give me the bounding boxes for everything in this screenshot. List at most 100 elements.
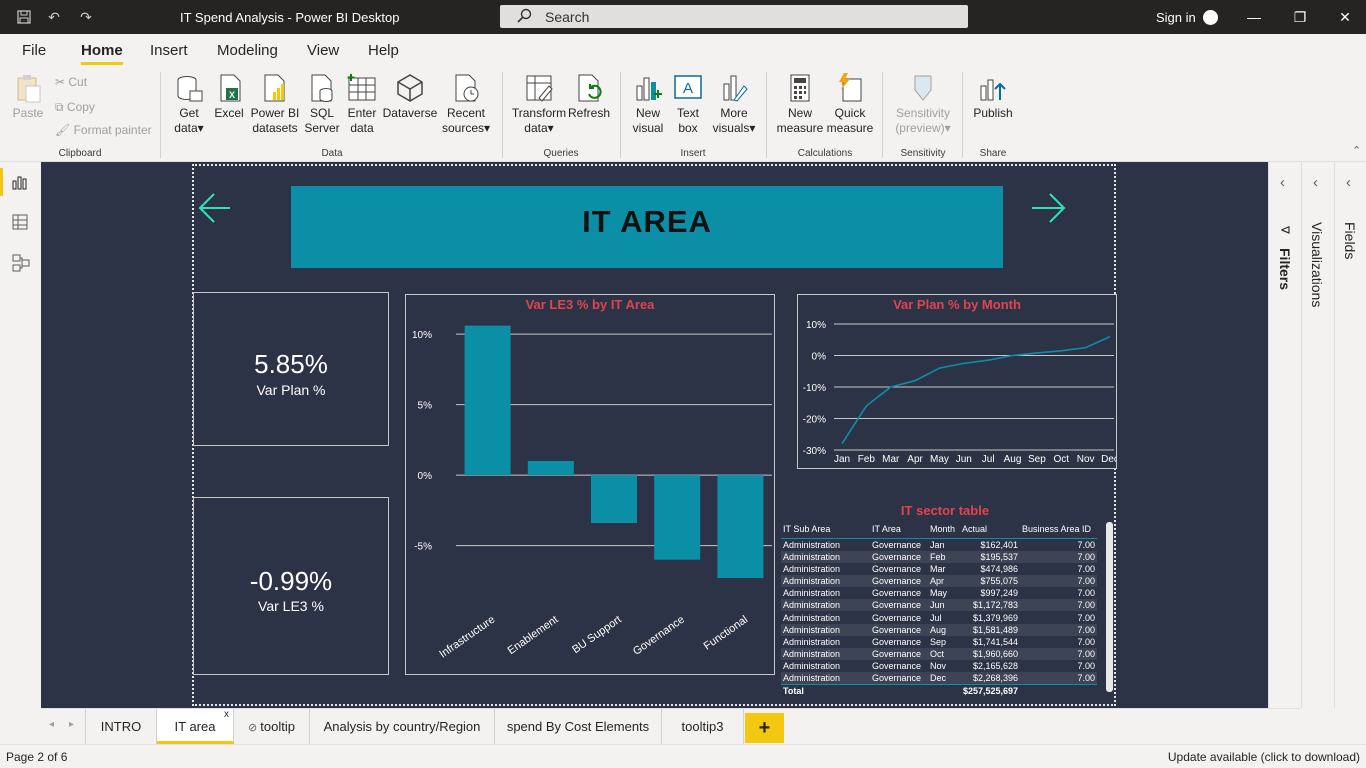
menu-view[interactable]: View — [307, 42, 339, 59]
menu-file[interactable]: File — [22, 42, 46, 59]
data-view-button[interactable] — [0, 202, 41, 242]
dataverse-button[interactable]: Dataverse — [382, 72, 438, 121]
paste-label: Paste — [12, 106, 44, 120]
column-header[interactable]: IT Area — [870, 520, 928, 539]
transform-data-button[interactable]: Transform data▾ — [510, 72, 568, 136]
add-page-button[interactable]: + — [745, 713, 784, 743]
page-tab-analysis-by-country[interactable]: Analysis by country/Region — [310, 709, 495, 744]
more-visuals-button[interactable]: More visuals▾ — [710, 72, 758, 136]
update-available-link[interactable]: Update available (click to download) — [1168, 750, 1360, 764]
enter-data-button[interactable]: Enter data — [344, 72, 380, 136]
report-view-button[interactable] — [0, 162, 41, 202]
previous-page-arrow-icon[interactable] — [196, 188, 236, 228]
x-tick-label: Apr — [907, 454, 923, 465]
save-icon[interactable] — [16, 9, 32, 25]
format-painter-button[interactable]: 🖌 Format painter — [55, 123, 152, 137]
excel-icon: X — [220, 74, 241, 102]
table-row[interactable]: Administration Governance Jan $162,401 7.00 — [781, 538, 1097, 551]
table-row[interactable]: Administration Governance Feb $195,537 7.00 — [781, 550, 1097, 563]
column-header[interactable]: IT Sub Area — [781, 520, 870, 539]
table-row[interactable]: Administration Governance Sep $1,741,544 7.0… — [781, 636, 1097, 648]
column-header[interactable]: Month — [928, 520, 960, 539]
y-tick-label: -20% — [803, 415, 826, 426]
page-tab-spend-by-cost-elements[interactable]: spend By Cost Elements — [495, 709, 662, 744]
table-row[interactable]: Administration Governance Nov $2,165,628 7.0… — [781, 660, 1097, 672]
sql-server-button[interactable]: SQL Server — [303, 72, 341, 136]
x-tick-label: Functional — [702, 614, 750, 653]
power-bi-datasets-button[interactable]: Power BI datasets — [250, 72, 300, 136]
column-header[interactable]: Actual — [960, 520, 1020, 539]
close-button[interactable]: ✕ — [1336, 8, 1354, 26]
menu-insert[interactable]: Insert — [150, 42, 188, 59]
table-row[interactable]: Administration Governance Aug $1,581,489 7.0… — [781, 623, 1097, 636]
sql-server-label: SQL Server — [304, 106, 340, 135]
redo-icon[interactable]: ↷ — [78, 9, 94, 25]
filters-pane[interactable]: ‹ ⊲ Filters — [1268, 162, 1301, 708]
line-chart-visual[interactable]: Var Plan % by Month 10% 0% -10% -20% -30% Jan… — [797, 294, 1117, 469]
more-visuals-label: More visuals — [712, 106, 750, 135]
scroll-tabs-right-icon[interactable]: ▸ — [69, 719, 74, 730]
table-cell: Feb — [928, 550, 960, 563]
excel-button[interactable]: X Excel — [212, 72, 246, 121]
sensitivity-button[interactable]: Sensitivity (preview)▾ — [892, 72, 954, 136]
table-row[interactable]: Administration Governance Jul $1,379,969 7.0… — [781, 611, 1097, 623]
menu-help[interactable]: Help — [368, 42, 399, 59]
quick-measure-button[interactable]: Quick measure — [826, 72, 874, 136]
close-tab-icon[interactable]: x — [224, 697, 229, 732]
table-scrollbar[interactable] — [1106, 522, 1113, 692]
expand-fields-icon[interactable]: ‹ — [1346, 174, 1351, 191]
table-cell: Governance — [870, 623, 928, 636]
new-measure-button[interactable]: New measure — [776, 72, 824, 136]
menu-home[interactable]: Home — [81, 42, 123, 65]
table-row[interactable]: Administration Governance Oct $1,960,660 7.0… — [781, 648, 1097, 661]
text-box-button[interactable]: A Text box — [670, 72, 706, 136]
cut-button[interactable]: ✂ Cut — [55, 75, 87, 89]
table-cell: Governance — [870, 648, 928, 661]
transform-data-icon — [526, 75, 553, 102]
sign-in-link[interactable]: Sign in — [1156, 10, 1196, 25]
table-row[interactable]: Administration Governance May $997,249 7.00 — [781, 587, 1097, 599]
search-icon — [517, 8, 532, 23]
table-row[interactable]: Administration Governance Dec $2,268,396 7.0… — [781, 672, 1097, 685]
minimize-button[interactable]: — — [1245, 8, 1263, 26]
it-sector-table[interactable]: IT Sub Area IT Area Month Actual Busines… — [781, 520, 1097, 698]
table-row[interactable]: Administration Governance Apr $755,075 7.00 — [781, 574, 1097, 588]
page-tab-tooltip[interactable]: ⊘ tooltip — [234, 709, 310, 744]
bar-chart-visual[interactable]: Var LE3 % by IT Area 10% 5% 0% -5% Infrastru… — [405, 294, 775, 675]
page-tab-tooltip3[interactable]: tooltip3 — [662, 709, 744, 744]
visualizations-pane[interactable]: ‹ Visualizations — [1301, 162, 1334, 708]
table-row[interactable]: Administration Governance Mar $474,986 7.00 — [781, 563, 1097, 575]
var-plan-card[interactable]: 5.85% Var Plan % — [193, 292, 389, 446]
fields-pane[interactable]: ‹ Fields — [1334, 162, 1366, 708]
page-tab-it-area[interactable]: IT area x — [157, 709, 234, 744]
table-cell: $1,379,969 — [972, 612, 1018, 623]
excel-label: Excel — [214, 106, 244, 120]
avatar[interactable] — [1203, 10, 1218, 25]
expand-visualizations-icon[interactable]: ‹ — [1313, 174, 1318, 191]
collapse-ribbon-icon[interactable]: ⌃ — [1352, 144, 1361, 157]
column-header[interactable]: Business Area ID — [1020, 520, 1097, 539]
next-page-arrow-icon[interactable] — [1028, 188, 1068, 228]
paste-button[interactable]: Paste — [10, 72, 46, 121]
restore-button[interactable]: ❐ — [1291, 8, 1309, 26]
publish-button[interactable]: Publish — [970, 72, 1016, 121]
table-row[interactable]: Administration Governance Jun $1,172,783 7.0… — [781, 599, 1097, 612]
var-le3-card[interactable]: -0.99% Var LE3 % — [193, 497, 389, 675]
recent-sources-button[interactable]: Recent sources▾ — [440, 72, 492, 136]
scroll-tabs-left-icon[interactable]: ◂ — [49, 719, 54, 730]
collapse-filters-icon[interactable]: ‹ — [1280, 174, 1285, 191]
undo-icon[interactable]: ↶ — [46, 9, 62, 25]
search-input[interactable]: Search — [500, 5, 968, 28]
model-view-button[interactable] — [0, 242, 41, 282]
menu-modeling[interactable]: Modeling — [217, 42, 278, 59]
copy-label: Copy — [66, 100, 95, 114]
get-data-button[interactable]: Get data▾ — [168, 72, 210, 136]
card-label: Var Plan % — [256, 382, 326, 398]
new-visual-button[interactable]: New visual — [630, 72, 666, 136]
page-tab-intro[interactable]: INTRO — [85, 709, 157, 744]
insert-group-label: Insert — [680, 148, 706, 159]
refresh-button[interactable]: Refresh — [568, 72, 610, 121]
quick-measure-icon — [839, 73, 862, 102]
calculations-group-label: Calculations — [797, 148, 853, 159]
copy-button[interactable]: ⧉ Copy — [55, 100, 95, 115]
